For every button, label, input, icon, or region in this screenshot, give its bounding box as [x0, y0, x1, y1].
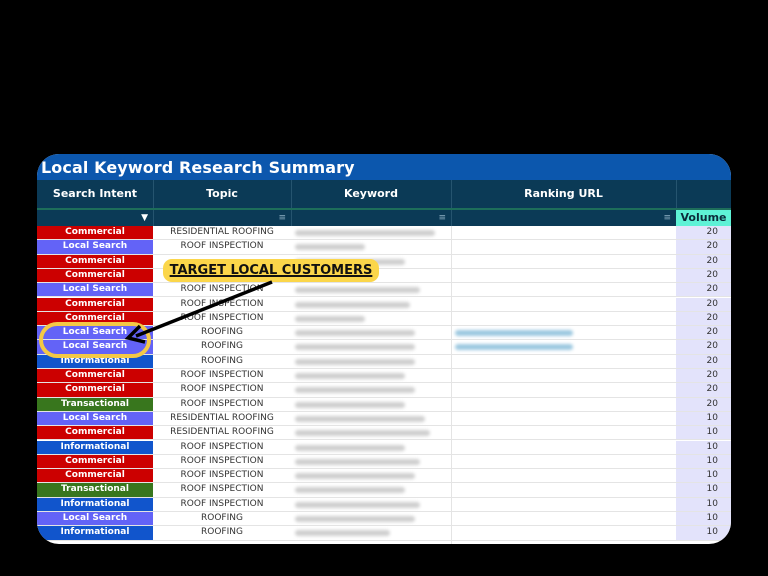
arrow-icon — [124, 280, 273, 344]
arrow-line — [135, 280, 273, 338]
